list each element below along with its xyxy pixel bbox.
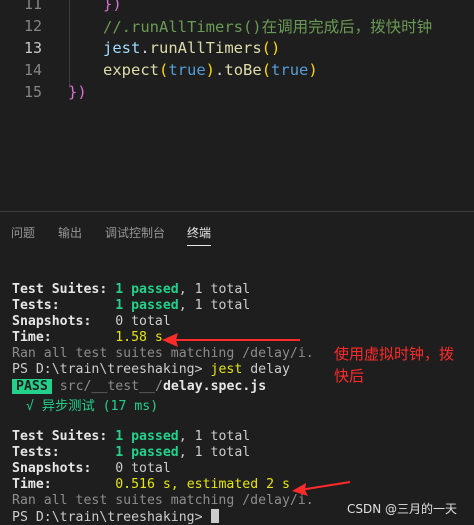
- watermark: CSDN @三月的一天: [347, 502, 458, 516]
- annotation-arrows: [162, 333, 351, 496]
- annotation-note: 使用虚拟时钟，拨快后: [334, 345, 455, 385]
- arrow-icon: [292, 481, 351, 496]
- arrow-icon: [162, 333, 300, 347]
